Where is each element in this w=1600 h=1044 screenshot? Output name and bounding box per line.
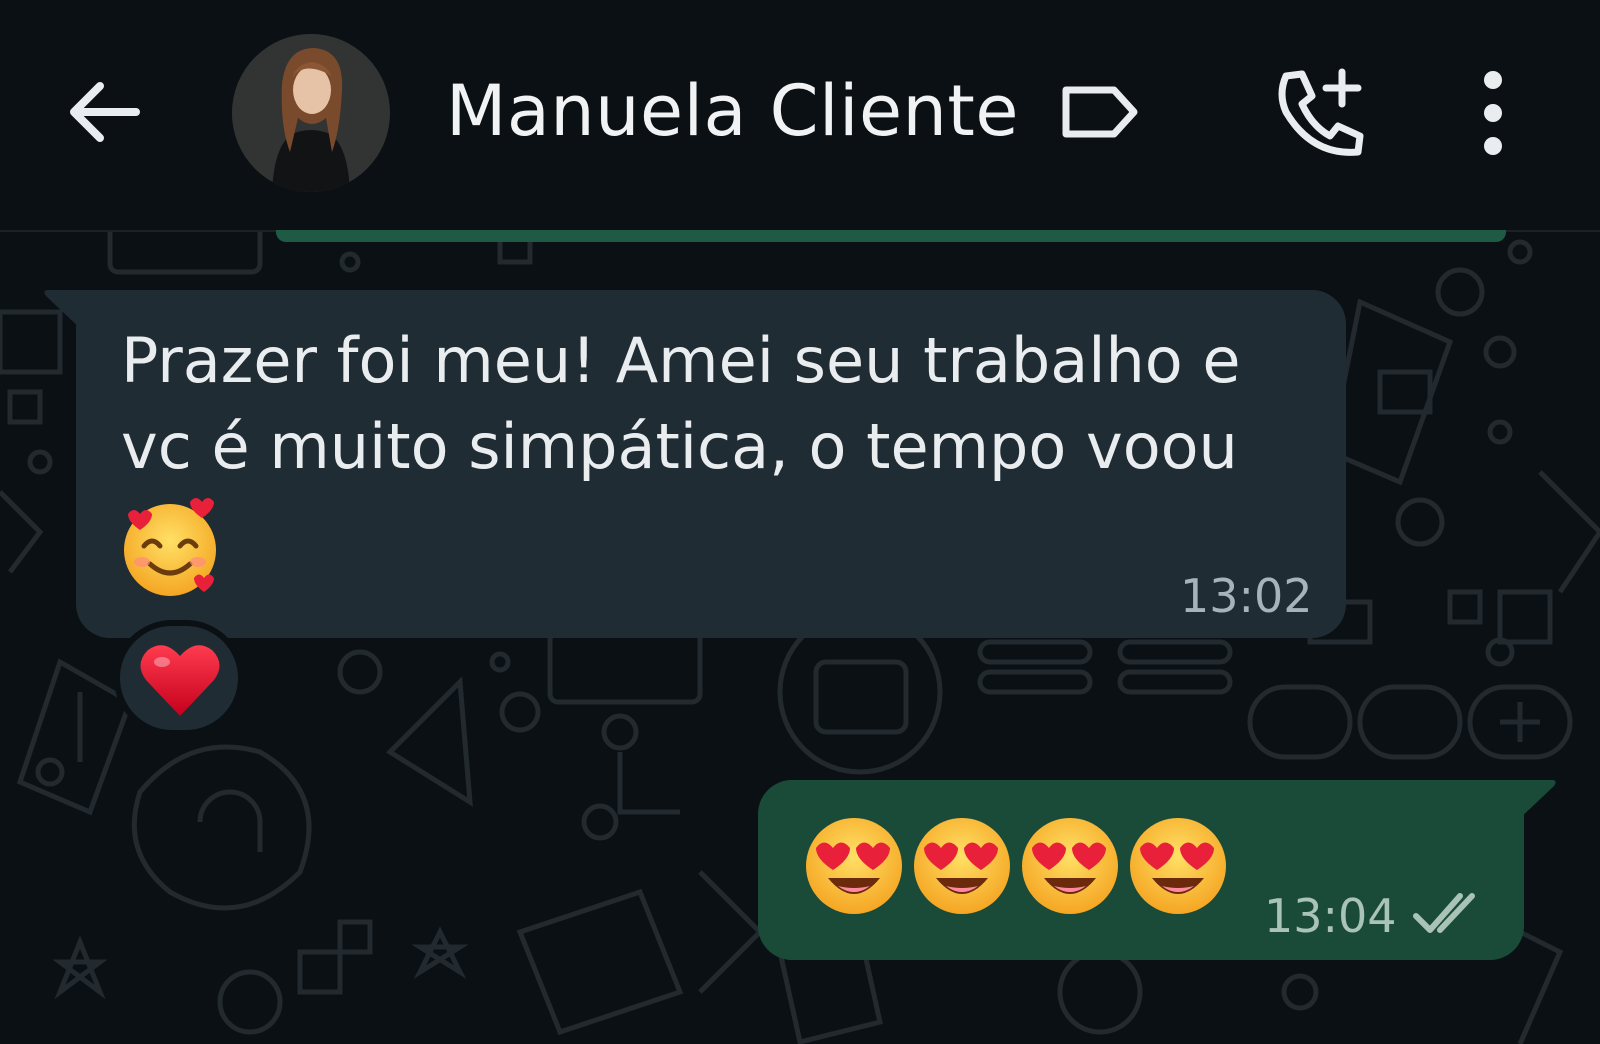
label-icon[interactable]	[1058, 82, 1142, 142]
contact-name[interactable]: Manuela Cliente	[446, 66, 1019, 156]
message-time: 13:04	[1264, 889, 1397, 943]
outgoing-bubble-tail	[1518, 780, 1556, 820]
chat-header: Manuela Cliente	[0, 0, 1600, 232]
back-arrow-icon[interactable]	[62, 70, 146, 154]
previous-message-edge	[276, 230, 1506, 242]
more-options-icon[interactable]	[1478, 70, 1508, 156]
reaction-badge[interactable]	[114, 620, 244, 736]
heart-eyes-emoji	[1022, 818, 1118, 914]
incoming-message-text: Prazer foi meu! Amei seu trabalho e vc é…	[121, 324, 1241, 483]
outgoing-emojis	[802, 814, 1232, 924]
red-heart-icon	[140, 645, 220, 716]
smiling-face-with-hearts-emoji	[124, 498, 216, 596]
contact-photo	[232, 34, 390, 192]
read-receipt-icon	[1413, 893, 1475, 933]
heart-eyes-emoji	[806, 818, 902, 914]
add-call-icon[interactable]	[1272, 66, 1368, 162]
message-time: 13:02	[1180, 569, 1313, 623]
avatar[interactable]	[232, 34, 390, 192]
heart-eyes-emoji	[1130, 818, 1226, 914]
heart-eyes-emoji	[914, 818, 1010, 914]
